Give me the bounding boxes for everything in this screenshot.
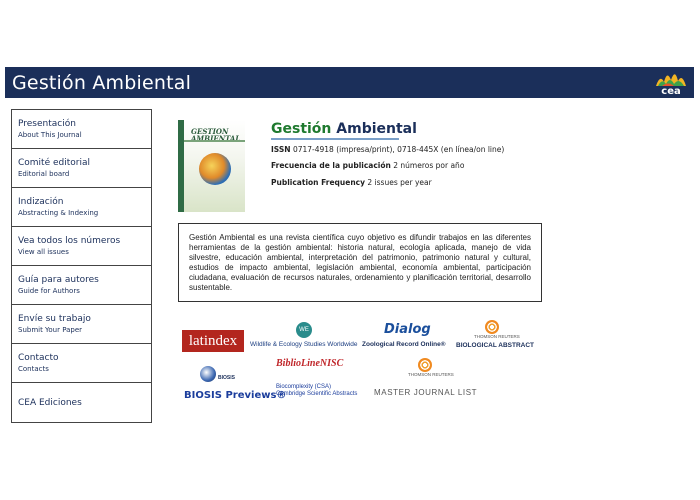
thomson-reuters-label: THOMSON REUTERS xyxy=(474,334,520,339)
issn-line: ISSN 0717-4918 (impresa/print), 0718-445… xyxy=(271,145,504,154)
biblioline-logo[interactable]: BiblioLineNISC Biocomplexity (CSA) Cambr… xyxy=(276,358,358,404)
wildlife-ecology-logo[interactable]: WE Wildlife & Ecology Studies Worldwide xyxy=(250,322,360,352)
thomson-reuters-label: THOMSON REUTERS xyxy=(408,372,454,377)
sidebar-item-all-issues[interactable]: Vea todos los números View all issues xyxy=(12,227,151,266)
latindex-logo[interactable]: latindex xyxy=(182,330,244,352)
biological-abstract-label: BIOLOGICAL ABSTRACT xyxy=(456,342,534,349)
sidebar-item-label: CEA Ediciones xyxy=(18,397,82,408)
frequency-en-label: Publication Frequency xyxy=(271,178,366,187)
sidebar-item-sublabel: Guide for Authors xyxy=(18,287,80,295)
journal-title-part1: Gestión xyxy=(271,121,332,137)
journal-cover-image: GESTION AMBIENTAL xyxy=(178,120,245,212)
sidebar-item-label: Indización xyxy=(18,197,64,207)
biosis-label: BIOSIS xyxy=(218,375,235,381)
frequency-es-value: 2 números por año xyxy=(393,161,465,170)
sidebar-item-label: Comité editorial xyxy=(18,158,90,168)
sidebar-item-label: Presentación xyxy=(18,119,76,129)
sidebar-item-sublabel: Contacts xyxy=(18,365,49,373)
biosis-previews-logo[interactable]: BIOSIS BIOSIS Previews® xyxy=(184,366,286,402)
site-title: Gestión Ambiental xyxy=(12,72,192,94)
sidebar-item-label: Vea todos los números xyxy=(18,236,121,246)
master-journal-list-label: MASTER JOURNAL LIST xyxy=(374,388,478,397)
sidebar-item-sublabel: View all issues xyxy=(18,248,69,256)
biosis-previews-label: BIOSIS Previews® xyxy=(184,390,287,401)
thomson-reuters-icon xyxy=(418,358,432,372)
sidebar-item-comite-editorial[interactable]: Comité editorial Editorial board xyxy=(12,149,151,188)
thomson-reuters-biological-logo[interactable]: THOMSON REUTERS BIOLOGICAL ABSTRACT xyxy=(456,320,534,352)
frequency-en-line: Publication Frequency 2 issues per year xyxy=(271,178,432,187)
biocomplexity-label: Biocomplexity (CSA) xyxy=(276,384,332,390)
sidebar-item-label: Envíe su trabajo xyxy=(18,314,91,324)
cambridge-label: Cambridge Scientific Abstracts xyxy=(276,391,358,397)
sidebar-item-sublabel: Editorial board xyxy=(18,170,70,178)
sidebar-item-label: Guía para autores xyxy=(18,275,99,285)
sidebar-item-presentacion[interactable]: Presentación About This Journal xyxy=(12,110,151,149)
master-journal-list-logo[interactable]: THOMSON REUTERS MASTER JOURNAL LIST xyxy=(374,358,478,400)
biblioline-wordmark: BiblioLineNISC xyxy=(276,358,344,369)
frequency-es-line: Frecuencia de la publicación 2 números p… xyxy=(271,161,464,170)
sidebar-item-cea-ediciones[interactable]: CEA Ediciones xyxy=(12,383,151,422)
cea-logo-text: cea xyxy=(661,86,681,97)
title-underline xyxy=(271,138,399,140)
cea-flame-icon xyxy=(656,74,686,86)
cover-globe-icon xyxy=(199,153,231,185)
frequency-es-label: Frecuencia de la publicación xyxy=(271,161,391,170)
cover-band xyxy=(184,140,245,142)
sidebar-item-label: Contacto xyxy=(18,353,59,363)
site-header: Gestión Ambiental cea xyxy=(5,67,694,98)
issn-value: 0717-4918 (impresa/print), 0718-445X (en… xyxy=(292,145,505,154)
sidebar-item-sublabel: Submit Your Paper xyxy=(18,326,83,334)
sidebar-item-indizacion[interactable]: Indización Abstracting & Indexing xyxy=(12,188,151,227)
zoological-record-label: Zoological Record Online® xyxy=(362,341,446,348)
sidebar-nav: Presentación About This Journal Comité e… xyxy=(11,109,152,423)
sidebar-item-contacto[interactable]: Contacto Contacts xyxy=(12,344,151,383)
journal-description: Gestión Ambiental es una revista científ… xyxy=(178,223,542,302)
journal-title: Gestión Ambiental xyxy=(271,121,417,140)
frequency-en-value: 2 issues per year xyxy=(367,178,432,187)
dialog-wordmark: Dialog xyxy=(384,322,431,337)
sidebar-item-guide-authors[interactable]: Guía para autores Guide for Authors xyxy=(12,266,151,305)
biosis-globe-icon xyxy=(200,366,216,382)
wildlife-globe-icon: WE xyxy=(296,322,312,338)
sidebar-item-submit-paper[interactable]: Envíe su trabajo Submit Your Paper xyxy=(12,305,151,344)
issn-label: ISSN xyxy=(271,145,291,154)
dialog-logo[interactable]: Dialog Zoological Record Online® xyxy=(362,322,454,352)
thomson-reuters-icon xyxy=(485,320,499,334)
sidebar-item-sublabel: About This Journal xyxy=(18,131,82,139)
journal-title-part2: Ambiental xyxy=(336,121,417,137)
wildlife-label: Wildlife & Ecology Studies Worldwide xyxy=(250,341,358,348)
cea-logo[interactable]: cea xyxy=(654,68,688,97)
sidebar-item-sublabel: Abstracting & Indexing xyxy=(18,209,99,217)
